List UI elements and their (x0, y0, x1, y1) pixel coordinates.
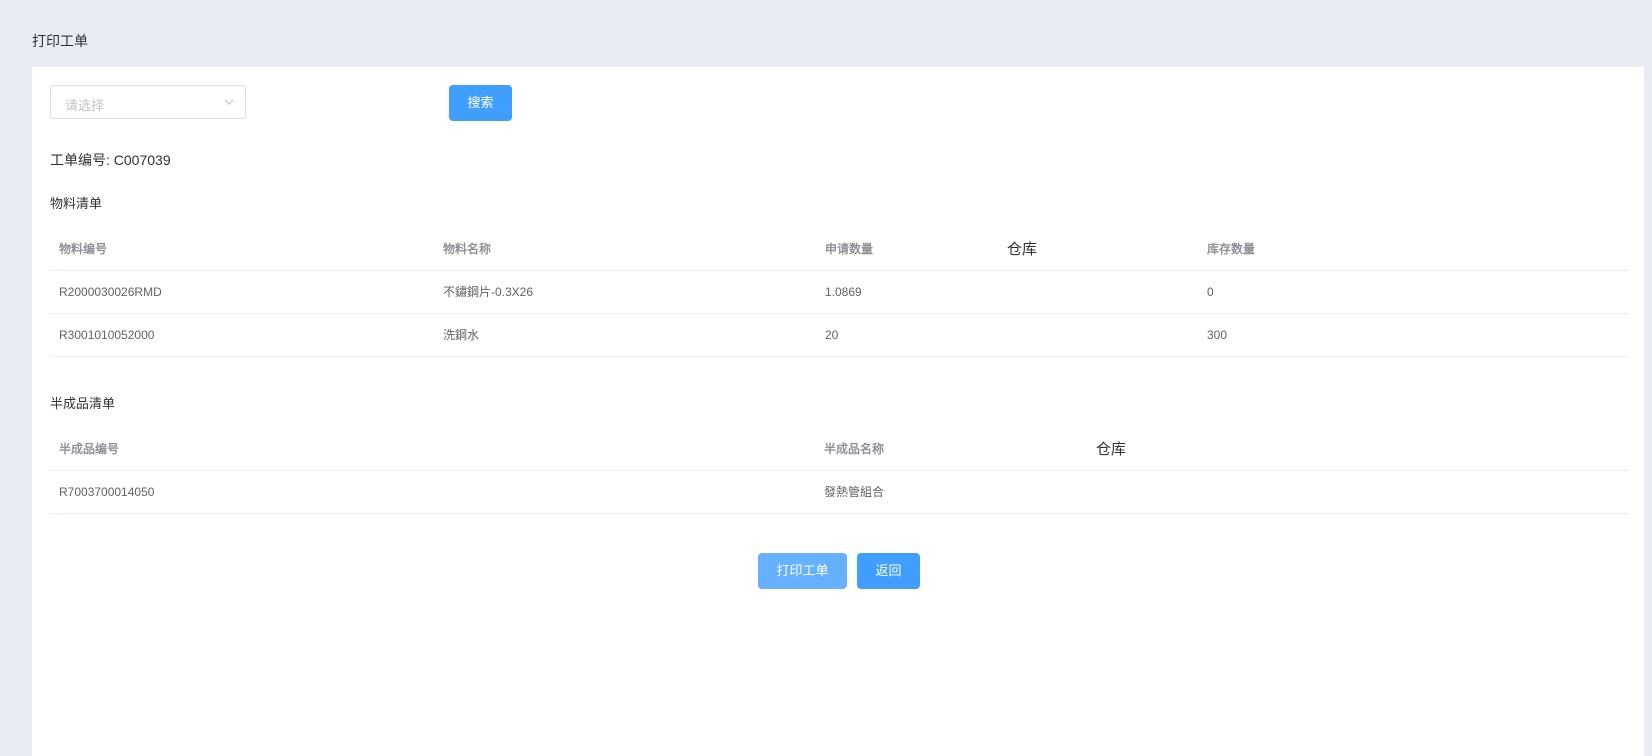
search-button[interactable]: 搜索 (449, 85, 512, 121)
col-header-semi-warehouse: 仓库 (1096, 441, 1127, 458)
warehouse-select[interactable]: 请选择 (50, 85, 246, 119)
semi-products-title: 半成品清单 (50, 396, 116, 411)
col-header-warehouse: 仓库 (1007, 241, 1038, 258)
table-row: R2000030026RMD 不鏽鋼片-0.3X26 1.0869 0 (50, 271, 1628, 314)
print-order-button[interactable]: 打印工单 (758, 553, 847, 589)
col-header-stock-qty: 库存数量 (1207, 242, 1256, 256)
stock-qty: 300 (1207, 328, 1228, 342)
request-qty: 20 (825, 328, 839, 342)
semi-header-row: 半成品编号 半成品名称 仓库 (50, 428, 1628, 471)
col-header-material-code: 物料编号 (59, 242, 108, 256)
table-row: R3001010052000 洗鋼水 20 300 (50, 314, 1628, 357)
material-name: 洗鋼水 (443, 328, 480, 342)
materials-header-row: 物料编号 物料名称 申请数量 仓库 库存数量 (50, 228, 1628, 271)
col-header-semi-name: 半成品名称 (824, 442, 885, 456)
material-code: R3001010052000 (59, 328, 155, 342)
material-name: 不鏽鋼片-0.3X26 (443, 285, 534, 299)
select-placeholder: 请选择 (65, 98, 105, 113)
stock-qty: 0 (1207, 285, 1214, 299)
main-panel: 请选择 搜索 工单编号: C007039 物料清单 物料编号 物料名称 申请数量… (32, 67, 1644, 756)
order-number: 工单编号: C007039 (50, 152, 171, 168)
page-title: 打印工单 (32, 33, 88, 49)
col-header-material-name: 物料名称 (443, 242, 492, 256)
semi-name: 發熱管組合 (824, 485, 885, 499)
request-qty: 1.0869 (825, 285, 862, 299)
table-row: R7003700014050 發熱管組合 (50, 471, 1628, 514)
col-header-request-qty: 申请数量 (825, 242, 874, 256)
material-code: R2000030026RMD (59, 285, 162, 299)
materials-title: 物料清单 (50, 196, 103, 211)
chevron-down-icon (224, 99, 234, 105)
semi-products-table: 半成品编号 半成品名称 仓库 R7003700014050 發熱管組合 (50, 428, 1628, 514)
materials-table: 物料编号 物料名称 申请数量 仓库 库存数量 R2000030026RMD 不鏽… (50, 228, 1628, 357)
back-button[interactable]: 返回 (857, 553, 920, 589)
col-header-semi-code: 半成品编号 (59, 442, 120, 456)
semi-code: R7003700014050 (59, 485, 155, 499)
